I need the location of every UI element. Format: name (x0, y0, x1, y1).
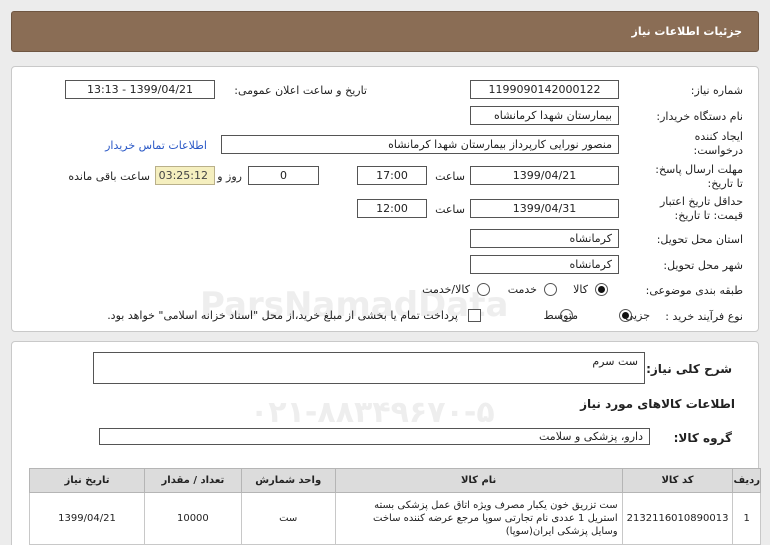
col-code: کد کالا (621, 468, 734, 493)
deadline-time-field: 17:00 (357, 166, 427, 185)
row-unit: ست (240, 492, 336, 545)
need-number-field: 1199090142000122 (470, 80, 619, 99)
days-remaining-field: 0 (248, 166, 319, 185)
goods-group-field: دارو، پزشکی و سلامت (99, 428, 650, 445)
col-date: تاریخ نیاز (29, 468, 145, 493)
creator-label-2: درخواست: (693, 144, 743, 157)
days-label: روز و (217, 170, 242, 183)
deadline-label-2: تا تاریخ: (707, 177, 743, 190)
row-qty: 10000 (143, 492, 242, 545)
deadline-time-label: ساعت (435, 170, 465, 183)
row-name-line-1: ست تزریق خون یکبار مصرف ویژه اتاق عمل پز… (374, 500, 618, 511)
goods-table-wrap: ردیف کد کالا نام کالا واحد شمارش تعداد /… (29, 468, 761, 545)
page-title: جزئیات اطلاعات نیاز (631, 25, 743, 38)
goods-table: ردیف کد کالا نام کالا واحد شمارش تعداد /… (29, 468, 761, 545)
buyer-label: نام دستگاه خریدار: (656, 110, 743, 123)
province-field: کرمانشاه (470, 229, 619, 248)
creator-field: منصور نورایی کارپرداز بیمارستان شهدا کرم… (221, 135, 619, 154)
validity-time-field: 12:00 (357, 199, 427, 218)
province-label: استان محل تحویل: (656, 233, 743, 246)
buyer-field: بیمارستان شهدا کرمانشاه (470, 106, 619, 125)
payment-note: پرداخت تمام یا بخشی از مبلغ خرید،از محل … (107, 309, 458, 322)
announce-label: تاریخ و ساعت اعلان عمومی: (234, 84, 367, 97)
page-header: جزئیات اطلاعات نیاز (11, 11, 759, 52)
row-index: 1 (732, 492, 761, 545)
row-name-line-2: استریل 1 عددی نام تجارتی سوپا مرجع عرضه … (373, 513, 618, 524)
category-radio-service[interactable] (544, 283, 557, 296)
row-name: ست تزریق خون یکبار مصرف ویژه اتاق عمل پز… (334, 492, 623, 545)
buyer-contact-link[interactable]: اطلاعات تماس خریدار (105, 139, 207, 152)
row-date: 1399/04/21 (29, 492, 145, 545)
category-radio-goods[interactable] (595, 283, 608, 296)
need-number-label: شماره نیاز: (690, 84, 743, 97)
category-radio-goods-service[interactable] (477, 283, 490, 296)
description-field: ست سرم (93, 352, 645, 384)
validity-label-1: حداقل تاریخ اعتبار (659, 195, 743, 208)
deadline-date-field: 1399/04/21 (470, 166, 619, 185)
validity-time-label: ساعت (435, 203, 465, 216)
category-option-service: خدمت (507, 283, 537, 296)
col-index: ردیف (732, 468, 761, 493)
category-option-goods: کالا (573, 283, 588, 296)
creator-label-1: ایجاد کننده (694, 130, 743, 143)
goods-group-label: گروه کالا: (673, 431, 732, 445)
table-row: 1 2132116010890013 ست تزریق خون یکبار مص… (29, 492, 761, 545)
remaining-time-field: 03:25:12 (155, 166, 215, 185)
goods-info-title: اطلاعات کالاهای مورد نیاز (580, 397, 735, 411)
purchase-option-minor: جزیی (624, 309, 650, 322)
validity-date-field: 1399/04/31 (470, 199, 619, 218)
col-qty: تعداد / مقدار (143, 468, 242, 493)
col-unit: واحد شمارش (240, 468, 336, 493)
purchase-option-medium: متوسط (543, 309, 578, 322)
category-option-goods-service: کالا/خدمت (422, 283, 470, 296)
remaining-label: ساعت باقی مانده (68, 170, 150, 183)
description-label: شرح کلی نیاز: (646, 362, 732, 376)
purchase-type-label: نوع فرآیند خرید : (665, 310, 743, 323)
category-label: طبقه بندی موضوعی: (645, 284, 743, 297)
announce-field: 1399/04/21 - 13:13 (65, 80, 215, 99)
validity-label-2: قیمت: تا تاریخ: (674, 209, 743, 222)
row-code: 2132116010890013 (621, 492, 734, 545)
treasury-checkbox[interactable] (468, 309, 481, 322)
col-name: نام کالا (334, 468, 623, 493)
row-name-line-3: وسایل پزشکی ایران(سوپا) (505, 526, 618, 537)
city-field: کرمانشاه (470, 255, 619, 274)
deadline-label-1: مهلت ارسال پاسخ: (655, 163, 743, 176)
city-label: شهر محل تحویل: (663, 259, 743, 272)
